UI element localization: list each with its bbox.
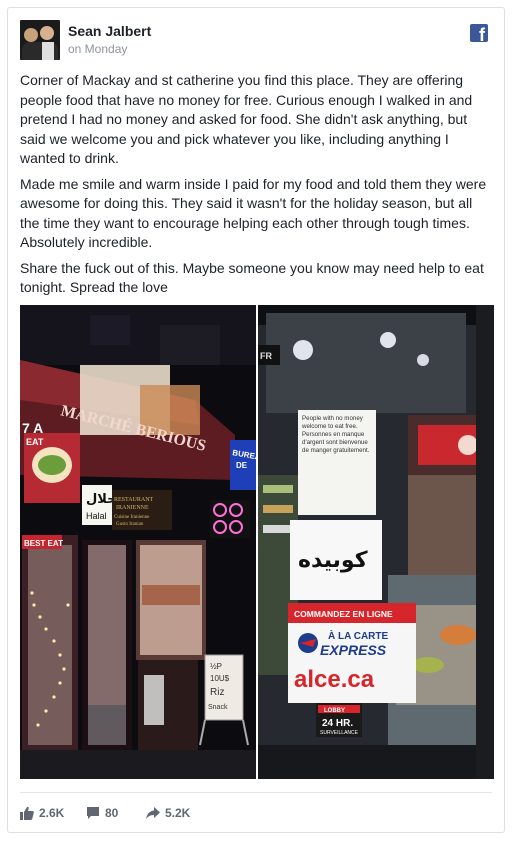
commandez-banner: COMMANDEZ EN LIGNE [294, 609, 393, 619]
photo-window-notice[interactable]: FR People with no money welcome to eat f… [258, 305, 494, 779]
author-name[interactable]: Sean Jalbert [68, 23, 151, 39]
restaurant-sign-line3: Cuisine Iranienne [114, 515, 150, 520]
post-card: Sean Jalbert on Monday f Corner of Macka… [7, 7, 505, 833]
hours-text: 24 HR. [322, 718, 353, 729]
express-text: EXPRESS [320, 642, 387, 658]
storefront-illustration: MARCHÉ BERIOUS 7 A EAT BUREAU DE حلال Ha… [20, 305, 256, 779]
comment-count-text: 80 [105, 806, 119, 820]
board-line-2: 10U$ [210, 674, 230, 683]
notice-english: People with no money welcome to eat free… [302, 415, 363, 430]
thumbs-up-icon [20, 806, 34, 820]
comment-count[interactable]: 80 [86, 803, 118, 823]
post-paragraph: Made me smile and warm inside I paid for… [20, 175, 487, 251]
post-paragraph: Share the fuck out of this. Maybe someon… [20, 259, 484, 296]
post-timestamp[interactable]: on Monday [68, 42, 127, 56]
eat-sign-text: EAT [26, 437, 44, 447]
alce-url-text: alce.ca [294, 666, 375, 693]
restaurant-sign-line4: Gusto Iranian [116, 522, 144, 527]
facebook-icon[interactable]: f [470, 24, 488, 44]
post-paragraph: Corner of Mackay and st catherine you fi… [20, 72, 473, 166]
post-header: Sean Jalbert on Monday f [20, 20, 492, 64]
divider [20, 792, 492, 793]
bureau-sign-text-2: DE [236, 461, 248, 470]
post-body: Corner of Mackay and st catherine you fi… [20, 71, 494, 304]
board-line-4: Snack [208, 704, 228, 711]
a-la-carte-text: À LA CARTE [328, 629, 389, 642]
svg-text:حلال: حلال [86, 492, 117, 507]
photo-grid: MARCHÉ BERIOUS 7 A EAT BUREAU DE حلال Ha… [20, 305, 494, 779]
share-count-text: 5.2K [165, 806, 191, 820]
share-arrow-icon [146, 807, 160, 819]
surveillance-text: SURVEILLANCE [320, 730, 359, 736]
arabic-sign: كوبيده [298, 548, 368, 573]
avatar[interactable] [20, 20, 60, 60]
window-illustration: FR People with no money welcome to eat f… [258, 305, 494, 779]
like-count-text: 2.6K [39, 806, 65, 820]
restaurant-sign-line2: IRANIENNE [116, 505, 149, 511]
speech-bubble-icon [87, 807, 99, 819]
board-line-3: Riz [210, 687, 224, 698]
share-count[interactable]: 5.2K [146, 803, 190, 823]
restaurant-sign-line1: RESTAURANT [114, 497, 154, 503]
best-eat-sign: BEST EAT [24, 539, 63, 548]
top-sign-text: FR [260, 351, 272, 361]
halal-sign-text: Halal [86, 511, 107, 521]
like-count[interactable]: 2.6K [20, 803, 64, 823]
lobby-text: LOBBY [324, 708, 345, 714]
board-line-1: ½P [210, 662, 222, 671]
photo-storefront[interactable]: MARCHÉ BERIOUS 7 A EAT BUREAU DE حلال Ha… [20, 305, 256, 779]
notice-french: Personnes en manque d'argent sont bienve… [302, 431, 370, 454]
